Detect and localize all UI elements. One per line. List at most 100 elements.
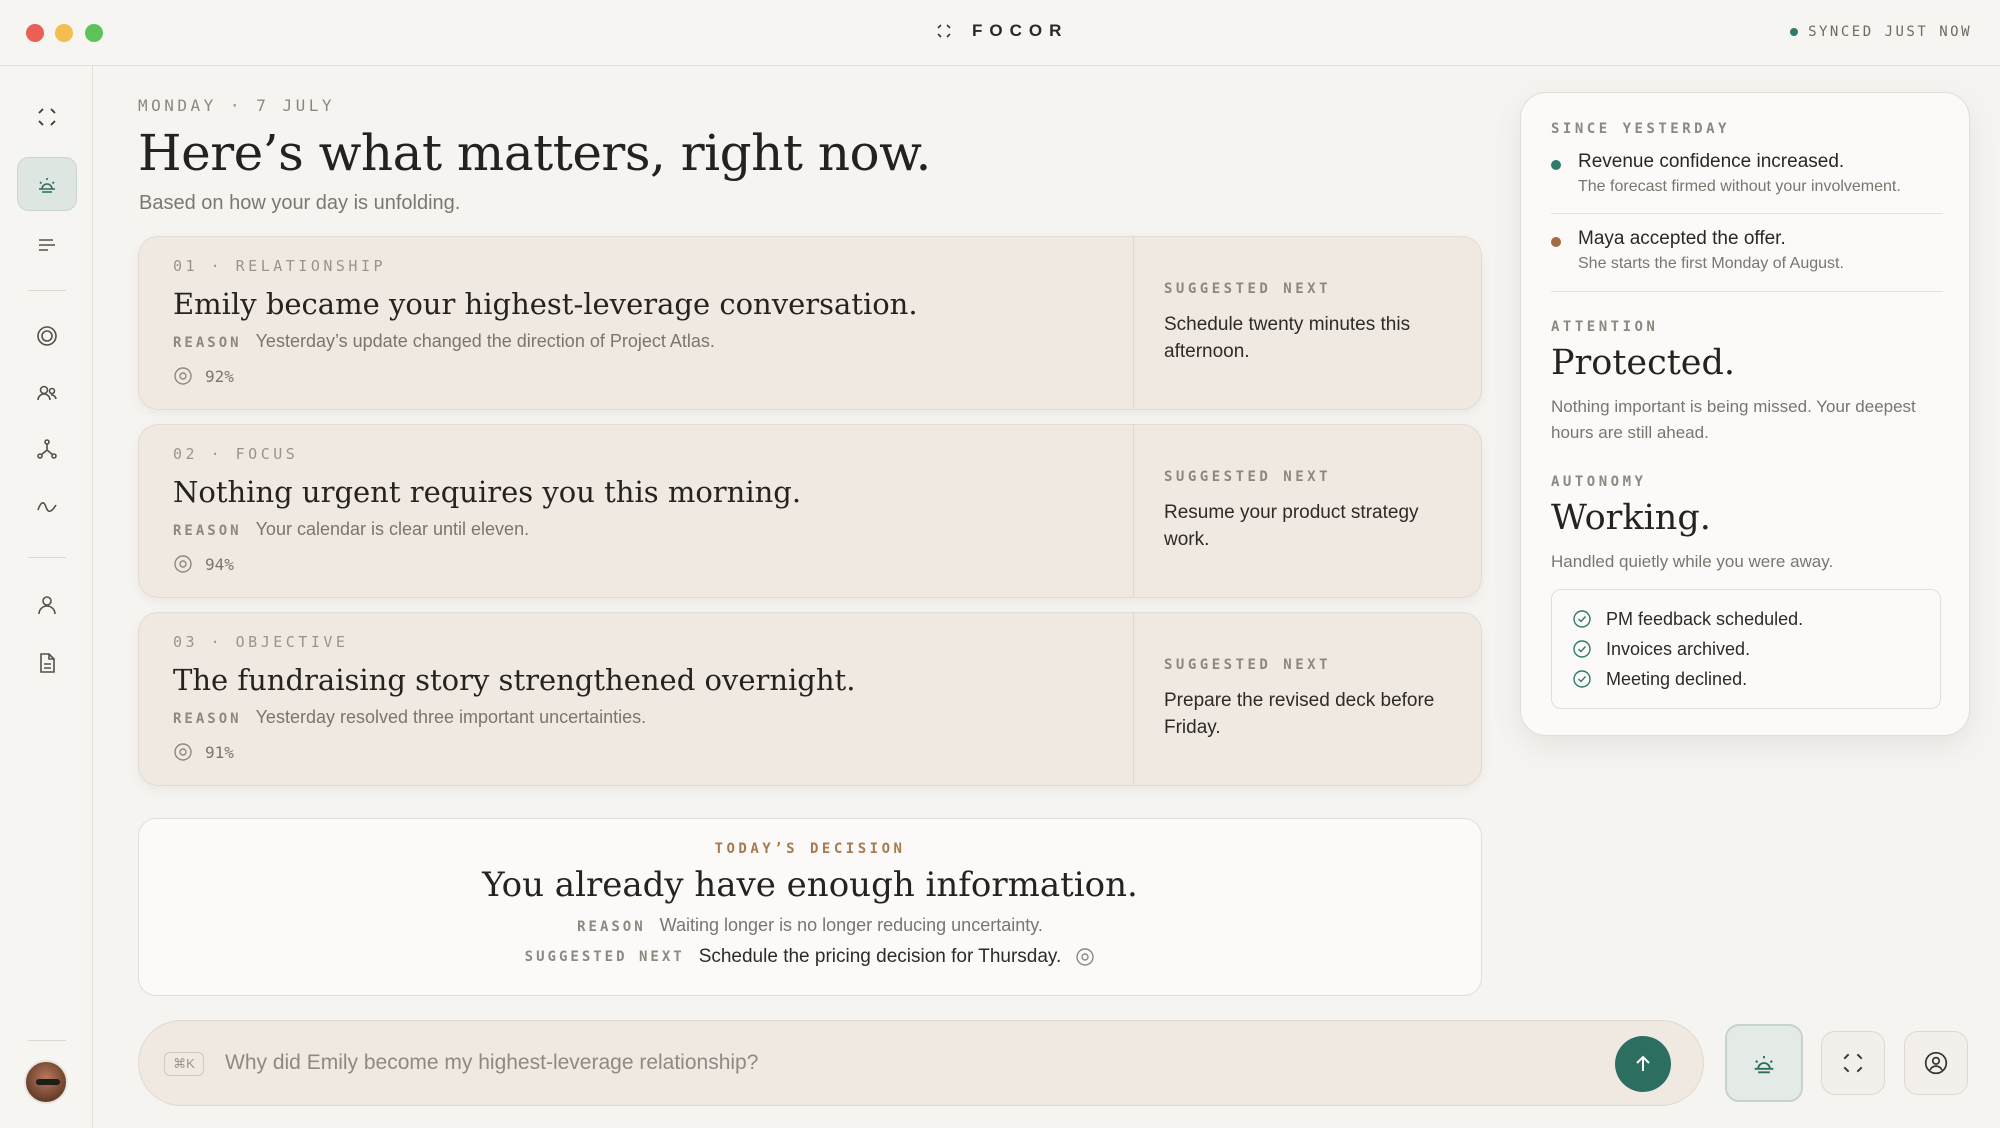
check-circle-icon	[1573, 670, 1591, 688]
update-detail: She starts the first Monday of August.	[1578, 255, 1844, 272]
people-icon	[37, 385, 57, 401]
focus-brackets-icon	[38, 108, 56, 126]
sync-dot	[1790, 28, 1799, 36]
attention-text: Nothing important is being missed. Your …	[1551, 397, 1916, 442]
sync-status: SYNCED JUST NOW	[1790, 24, 1972, 40]
panel-divider	[1551, 213, 1943, 214]
update-item[interactable]: Maya accepted the offer. She starts the …	[1551, 228, 1943, 273]
document-icon	[40, 653, 55, 673]
attention-state: Protected.	[1551, 343, 1736, 383]
sunrise-icon	[1754, 1056, 1774, 1074]
card-divider	[1133, 613, 1134, 785]
sidebar-item-people[interactable]	[17, 366, 77, 420]
card-meta: 02 · FOCUS	[173, 445, 299, 463]
suggested-next-text: Schedule the pricing decision for Thursd…	[698, 946, 1062, 967]
update-detail: The forecast firmed without your involve…	[1578, 178, 1901, 195]
autonomy-label: AUTONOMY	[1551, 474, 1647, 490]
card-meta: 03 · OBJECTIVE	[173, 633, 349, 651]
sunrise-icon	[39, 178, 55, 193]
confidence-icon	[174, 367, 192, 385]
confidence-value: 91%	[205, 742, 234, 762]
reason-label: REASON	[173, 711, 242, 727]
insight-card[interactable]: 03 · OBJECTIVE The fundraising story str…	[138, 612, 1482, 786]
maximize-window-button[interactable]	[85, 24, 103, 42]
shortcut-hint: ⌘K	[164, 1052, 204, 1076]
confidence-value: 94%	[205, 554, 234, 574]
sync-status-text: SYNCED JUST NOW	[1808, 24, 1972, 40]
arrow-up-icon	[1636, 1055, 1650, 1071]
since-yesterday-label: SINCE YESTERDAY	[1551, 121, 1730, 137]
handled-item: Invoices archived.	[1572, 634, 1940, 664]
insight-card[interactable]: 02 · FOCUS Nothing urgent requires you t…	[138, 424, 1482, 598]
sidebar-item-focus[interactable]	[17, 90, 77, 144]
suggested-next-label: SUGGESTED NEXT	[1164, 657, 1332, 673]
suggested-next-text: Prepare the revised deck before Friday.	[1164, 690, 1435, 738]
focus-mode-button[interactable]	[1821, 1031, 1885, 1095]
sidebar-item-profile[interactable]	[17, 578, 77, 632]
send-button[interactable]	[1615, 1036, 1671, 1092]
sidebar-item-today[interactable]	[17, 157, 77, 211]
account-button[interactable]	[1904, 1031, 1968, 1095]
reason-text: Your calendar is clear until eleven.	[255, 519, 530, 539]
sidebar-item-signals[interactable]	[17, 480, 77, 534]
close-window-button[interactable]	[26, 24, 44, 42]
confidence-value: 92%	[205, 366, 234, 386]
check-circle-icon	[1573, 610, 1591, 628]
brand: FOCOR	[936, 21, 1068, 41]
update-title: Maya accepted the offer.	[1578, 228, 1786, 249]
card-divider	[1133, 425, 1134, 597]
ask-input-bar[interactable]: ⌘K Why did Emily become my highest-lever…	[138, 1020, 1704, 1106]
check-circle-icon	[1573, 640, 1591, 658]
reason-label: REASON	[173, 335, 242, 351]
card-title: Nothing urgent requires you this morning…	[173, 475, 802, 509]
ask-input[interactable]: Why did Emily become my highest-leverage…	[225, 1051, 758, 1075]
handled-item: Meeting declined.	[1572, 664, 1940, 694]
confidence-icon	[1076, 948, 1095, 966]
confidence-icon	[174, 743, 192, 761]
update-bullet	[1551, 160, 1561, 170]
title-bar: FOCOR SYNCED JUST NOW	[0, 0, 2000, 66]
panel-divider	[1551, 291, 1943, 292]
insight-card[interactable]: 01 · RELATIONSHIP Emily became your high…	[138, 236, 1482, 410]
today-view-button[interactable]	[1725, 1024, 1803, 1102]
update-item[interactable]: Revenue confidence increased. The foreca…	[1551, 151, 1943, 196]
handled-list: PM feedback scheduled. Invoices archived…	[1551, 589, 1941, 709]
focus-brackets-icon	[1843, 1053, 1863, 1073]
decision-card[interactable]: TODAY’S DECISION You already have enough…	[138, 818, 1482, 996]
suggested-next-text: Resume your product strategy work.	[1164, 502, 1419, 550]
sidebar-item-objectives[interactable]	[17, 309, 77, 363]
person-icon	[38, 596, 56, 615]
pulse-icon	[37, 502, 57, 513]
reason-label: REASON	[577, 919, 646, 935]
sidebar-divider	[28, 290, 66, 291]
lines-icon	[39, 239, 55, 251]
user-circle-icon	[1924, 1051, 1948, 1075]
update-title: Revenue confidence increased.	[1578, 151, 1845, 172]
sidebar-divider	[28, 1040, 66, 1041]
handled-item-text: Meeting declined.	[1606, 668, 1748, 689]
sidebar	[0, 66, 93, 1128]
focus-brackets-icon	[937, 24, 951, 38]
target-icon	[37, 326, 57, 346]
card-title: Emily became your highest-leverage conve…	[173, 287, 918, 321]
card-meta: 01 · RELATIONSHIP	[173, 257, 387, 275]
suggested-next-label: SUGGESTED NEXT	[524, 949, 685, 965]
reason-label: REASON	[173, 523, 242, 539]
handled-item-text: Invoices archived.	[1606, 638, 1751, 659]
autonomy-state: Working.	[1551, 498, 1711, 538]
page-date: MONDAY · 7 JULY	[138, 96, 335, 115]
suggested-next-text: Schedule twenty minutes this afternoon.	[1164, 314, 1411, 362]
autonomy-text: Handled quietly while you were away.	[1551, 552, 1834, 571]
suggested-next-label: SUGGESTED NEXT	[1164, 469, 1332, 485]
sidebar-item-documents[interactable]	[17, 636, 77, 690]
reason-text: Yesterday’s update changed the direction…	[255, 331, 715, 351]
decision-label: TODAY’S DECISION	[714, 841, 906, 857]
minimize-window-button[interactable]	[55, 24, 73, 42]
sidebar-item-network[interactable]	[17, 422, 77, 476]
sidebar-item-feed[interactable]	[17, 218, 77, 272]
card-title: The fundraising story strengthened overn…	[173, 663, 856, 697]
avatar[interactable]	[24, 1060, 68, 1104]
suggested-next-label: SUGGESTED NEXT	[1164, 281, 1332, 297]
page-subtitle: Based on how your day is unfolding.	[139, 192, 461, 214]
network-icon	[37, 439, 57, 459]
